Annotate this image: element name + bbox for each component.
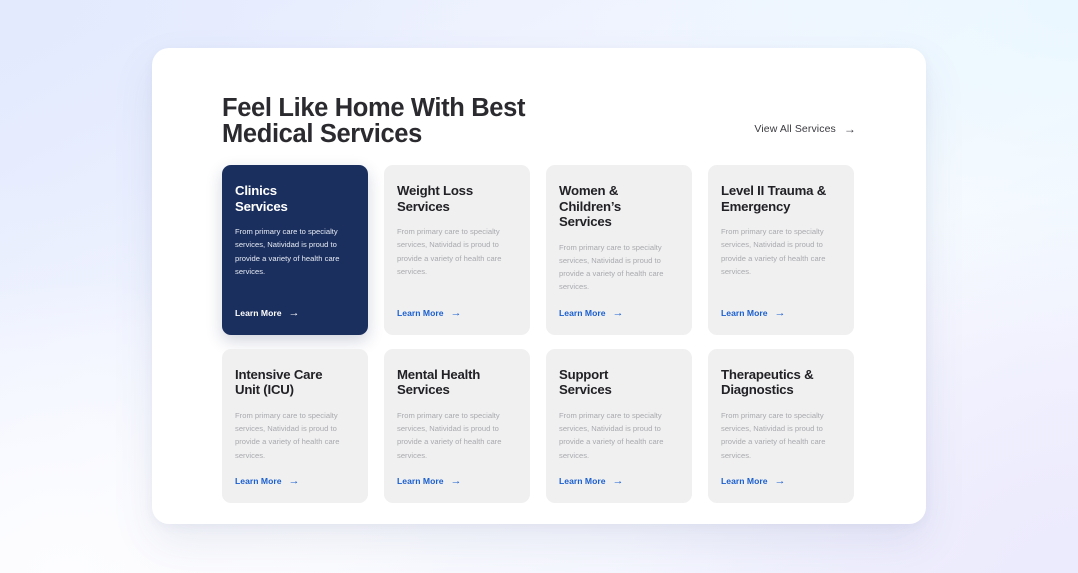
service-card-description: From primary care to specialty services,…	[235, 410, 340, 460]
service-card-title: Mental Health Services	[397, 366, 481, 398]
service-card-description: From primary care to specialty services,…	[397, 410, 502, 460]
service-card-level-ii-trauma-emergency[interactable]: Level II Trauma & Emergency From primary…	[708, 165, 854, 335]
service-card-description: From primary care to specialty services,…	[397, 227, 502, 276]
page-title-line-1: Feel Like Home With Best	[222, 94, 526, 122]
arrow-right-icon: →	[612, 306, 624, 319]
arrow-right-icon: →	[450, 474, 462, 487]
learn-more-link[interactable]: Learn More →	[559, 306, 676, 319]
service-card-title: Clinics Services	[235, 183, 288, 214]
learn-more-link[interactable]: Learn More →	[235, 306, 352, 319]
learn-more-link[interactable]: Learn More →	[397, 306, 514, 319]
learn-more-label: Learn More	[559, 476, 606, 487]
service-card-intensive-care-unit-icu[interactable]: Intensive Care Unit (ICU) From primary c…	[222, 348, 368, 503]
arrow-right-icon: →	[774, 306, 786, 319]
learn-more-label: Learn More	[235, 476, 282, 487]
section-header: Feel Like Home With Best Medical Service…	[222, 95, 856, 157]
learn-more-link[interactable]: Learn More →	[235, 474, 352, 487]
learn-more-link[interactable]: Learn More →	[559, 474, 676, 487]
service-card-description: From primary care to specialty services,…	[721, 227, 826, 276]
service-card-description: From primary care to specialty services,…	[559, 242, 664, 292]
service-card-weight-loss-services[interactable]: Weight Loss Services From primary care t…	[384, 165, 530, 335]
page-title: Feel Like Home With Best Medical Service…	[222, 95, 742, 147]
service-card-title: Therapeutics & Diagnostics	[721, 366, 814, 398]
service-card-women-childrens-services[interactable]: Women & Children’s Services From primary…	[546, 165, 692, 335]
learn-more-link[interactable]: Learn More →	[397, 474, 514, 487]
learn-more-label: Learn More	[721, 476, 768, 487]
learn-more-label: Learn More	[559, 308, 606, 319]
arrow-right-icon: →	[774, 474, 786, 487]
service-card-title: Support Services	[559, 366, 612, 398]
service-card-mental-health-services[interactable]: Mental Health Services From primary care…	[384, 348, 530, 503]
service-card-description: From primary care to specialty services,…	[235, 227, 340, 276]
arrow-right-icon: →	[612, 474, 624, 487]
services-card-grid: Clinics Services From primary care to sp…	[222, 165, 856, 503]
learn-more-label: Learn More	[235, 308, 282, 319]
learn-more-label: Learn More	[397, 308, 444, 319]
service-card-title: Women & Children’s Services	[559, 183, 621, 229]
service-card-therapeutics-diagnostics[interactable]: Therapeutics & Diagnostics From primary …	[708, 348, 854, 503]
service-card-support-services[interactable]: Support Services From primary care to sp…	[546, 348, 692, 503]
service-card-clinics-services[interactable]: Clinics Services From primary care to sp…	[222, 165, 368, 335]
page-title-line-2: Medical Services	[222, 120, 422, 148]
arrow-right-icon: →	[450, 306, 462, 319]
service-card-title: Level II Trauma & Emergency	[721, 183, 827, 214]
service-card-description: From primary care to specialty services,…	[721, 410, 826, 460]
view-all-services-label: View All Services	[754, 123, 836, 135]
arrow-right-icon: →	[843, 122, 856, 136]
arrow-right-icon: →	[288, 474, 300, 487]
learn-more-link[interactable]: Learn More →	[721, 306, 838, 319]
arrow-right-icon: →	[288, 306, 300, 319]
learn-more-label: Learn More	[397, 476, 444, 487]
view-all-services-link[interactable]: View All Services →	[754, 123, 856, 135]
learn-more-link[interactable]: Learn More →	[721, 474, 838, 487]
learn-more-label: Learn More	[721, 308, 768, 319]
service-card-title: Intensive Care Unit (ICU)	[235, 366, 323, 398]
service-card-title: Weight Loss Services	[397, 183, 473, 214]
page-root: Feel Like Home With Best Medical Service…	[0, 0, 1078, 573]
service-card-description: From primary care to specialty services,…	[559, 410, 664, 460]
services-panel: Feel Like Home With Best Medical Service…	[152, 48, 926, 524]
